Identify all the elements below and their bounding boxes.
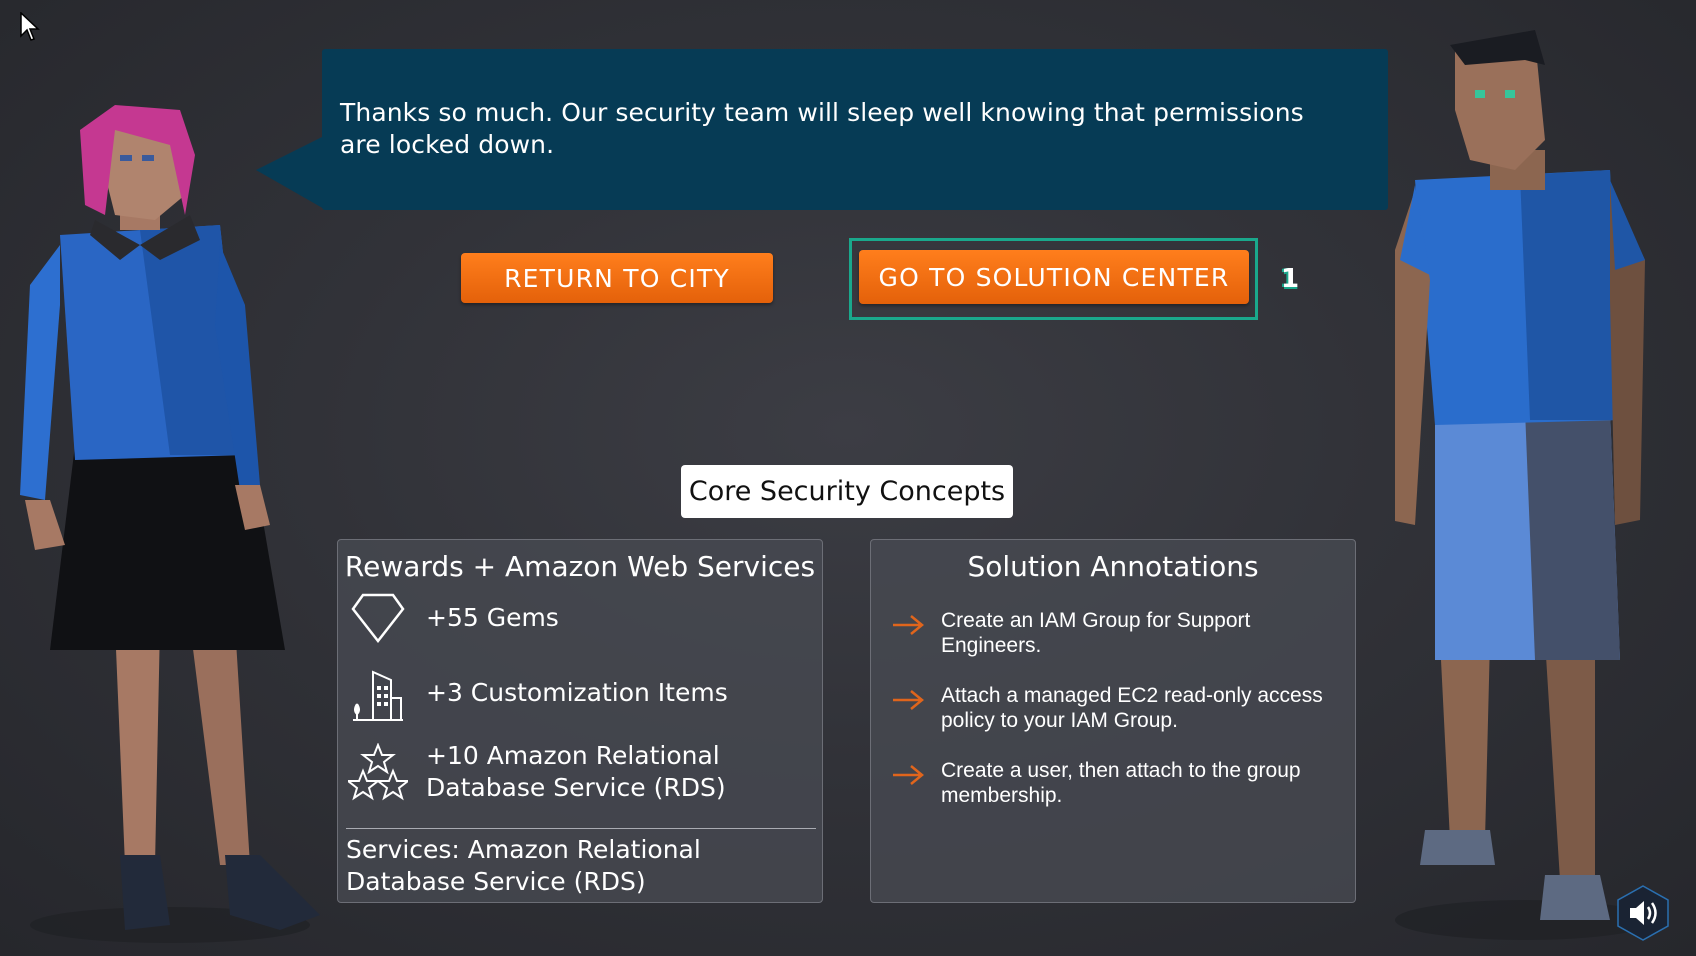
rewards-divider — [346, 828, 816, 829]
speech-bubble: Thanks so much. Our security team will s… — [322, 49, 1388, 210]
solution-step-text: Attach a managed EC2 read-only access po… — [941, 684, 1323, 732]
solution-step-text: Create an IAM Group for Support Engineer… — [941, 609, 1251, 657]
arrow-right-icon — [891, 758, 933, 790]
topic-label: Core Security Concepts — [681, 465, 1013, 518]
rewards-panel: Rewards + Amazon Web Services +55 Gems +… — [337, 539, 823, 903]
dialog-message: Thanks so much. Our security team will s… — [340, 98, 1304, 159]
speaker-icon — [1617, 885, 1669, 941]
solution-step: Create a user, then attach to the group … — [891, 758, 1331, 808]
services-text: Services: Amazon Relational Database Ser… — [346, 835, 701, 896]
stars-icon — [348, 742, 408, 802]
reward-item: +10 Amazon Relational Database Service (… — [348, 740, 726, 804]
solution-step: Create an IAM Group for Support Engineer… — [891, 608, 1331, 658]
reward-gems-text: +55 Gems — [426, 603, 559, 632]
solution-step: Attach a managed EC2 read-only access po… — [891, 683, 1331, 733]
character-man — [1395, 30, 1655, 940]
return-to-city-button[interactable]: RETURN TO CITY — [461, 253, 773, 303]
go-to-solution-center-button[interactable]: GO TO SOLUTION CENTER — [859, 250, 1249, 304]
mouse-cursor-icon — [20, 12, 40, 41]
solution-step-text: Create a user, then attach to the group … — [941, 759, 1301, 807]
focus-badge: 1 — [1281, 264, 1300, 294]
arrow-right-icon — [891, 608, 933, 640]
buildings-icon — [348, 663, 408, 723]
reward-item: +3 Customization Items — [348, 663, 728, 723]
reward-customization-text: +3 Customization Items — [426, 678, 728, 707]
rewards-title: Rewards + Amazon Web Services — [344, 550, 816, 583]
reward-rds-text: +10 Amazon Relational Database Service (… — [426, 741, 726, 802]
sound-toggle-button[interactable] — [1614, 884, 1672, 942]
speech-bubble-tail — [256, 135, 326, 210]
gem-icon — [348, 588, 408, 648]
arrow-right-icon — [891, 683, 933, 715]
solution-title: Solution Annotations — [967, 550, 1259, 583]
character-woman — [20, 105, 320, 943]
reward-item: +55 Gems — [348, 588, 559, 648]
solution-panel: Solution Annotations Create an IAM Group… — [870, 539, 1356, 903]
